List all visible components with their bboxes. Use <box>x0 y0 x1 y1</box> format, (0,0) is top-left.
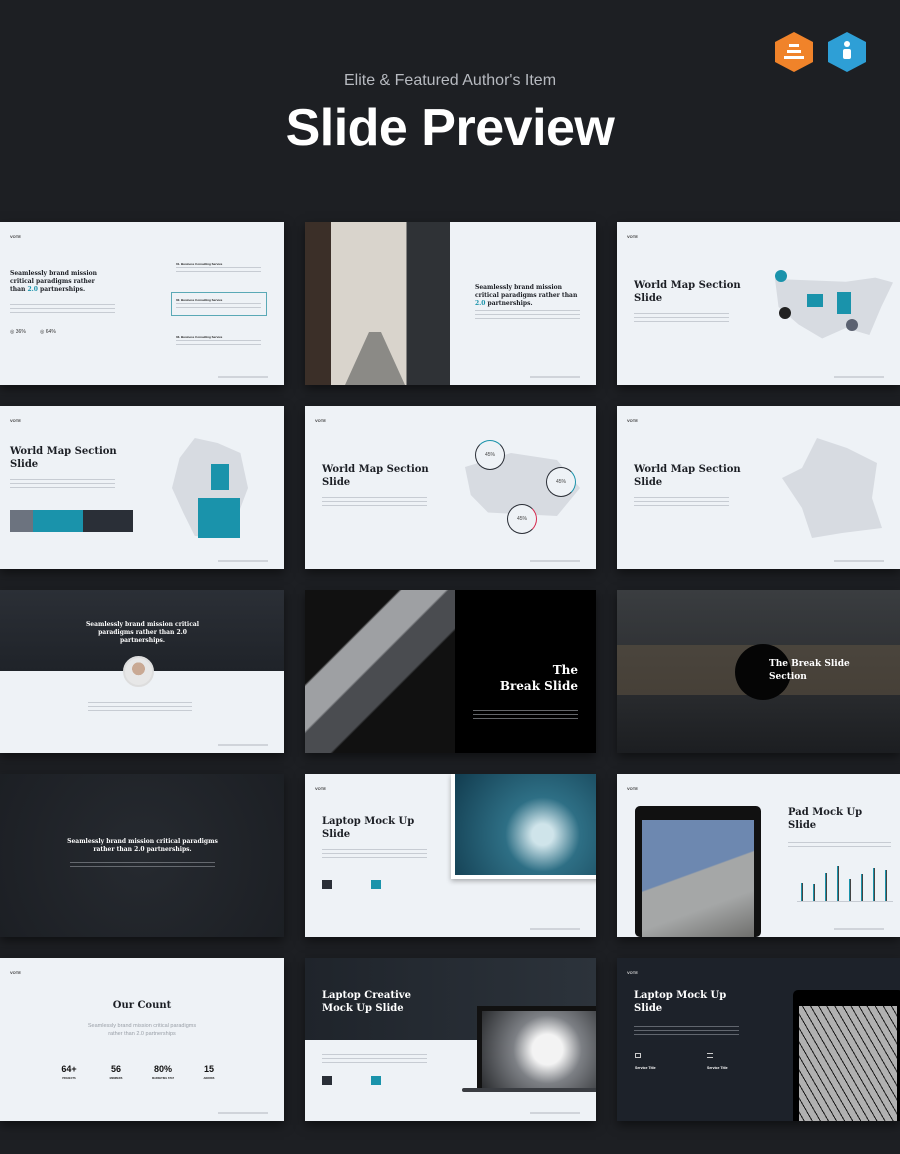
slide-break[interactable]: The Break Slide <box>305 590 596 753</box>
slide-testimonial[interactable]: Seamlessly brand mission critical paradi… <box>0 590 284 753</box>
building-photo <box>305 590 455 753</box>
service-item: 01. Business Consulting Service <box>176 262 223 266</box>
slide-headline: Seamlessly brand mission critical paradi… <box>10 270 98 293</box>
stacked-bar <box>10 510 133 532</box>
usa-map <box>775 277 893 339</box>
briefcase-icon <box>635 1053 641 1058</box>
brand-logo: VOTE <box>627 970 638 975</box>
slide-dark-quote[interactable]: Seamlessly brand mission critical paradi… <box>0 774 284 937</box>
slide-title: World Map Section Slide <box>322 464 429 488</box>
tablet-image <box>635 806 761 937</box>
avatar <box>123 656 154 687</box>
slide-title: The Break Slide Section <box>769 659 850 682</box>
slide-title: Pad Mock Up Slide <box>788 807 863 831</box>
slide-headline: Seamlessly brand mission critical paradi… <box>475 284 578 307</box>
slide-title: The Break Slide <box>499 663 578 693</box>
slide-headline: Seamlessly brand mission critical paradi… <box>85 621 200 644</box>
service-item: 03. Business Consulting Service <box>176 335 223 339</box>
brand-logo: VOTE <box>10 418 21 423</box>
brand-logo: VOTE <box>10 970 21 975</box>
slide-canada-map[interactable]: VOTE World Map Section Slide 45% 45% 45% <box>305 406 596 569</box>
stat-1: ◎ 36% <box>10 329 26 335</box>
slide-laptop-dark[interactable]: VOTE Laptop Mock Up Slide Service Title … <box>617 958 900 1121</box>
slide-subtitle: Seamlessly brand mission critical paradi… <box>87 1023 197 1037</box>
bar-chart <box>797 865 893 902</box>
slide-title: World Map Section Slide <box>10 446 117 470</box>
service-title: Service Title <box>635 1066 656 1070</box>
stat-2: ◎ 64% <box>40 329 56 335</box>
tablet-image <box>793 990 900 1121</box>
featured-author-icon <box>828 32 866 72</box>
chart-bar <box>885 870 887 901</box>
brand-logo: VOTE <box>627 418 638 423</box>
slide-break-section[interactable]: The Break Slide Section <box>617 590 900 753</box>
service-title: Service Title <box>707 1066 728 1070</box>
street-photo <box>305 222 450 385</box>
slide-title: World Map Section Slide <box>634 280 741 304</box>
map-percentage: 45% <box>507 504 537 534</box>
chart-bar <box>837 865 839 901</box>
chart-bar <box>849 878 851 901</box>
brand-logo: VOTE <box>315 418 326 423</box>
chart-bar <box>873 867 875 901</box>
slide-title: Laptop Mock Up Slide <box>322 816 415 840</box>
slide-headline: Seamlessly brand mission critical paradi… <box>67 838 218 853</box>
map-percentage: 45% <box>546 467 576 497</box>
brand-logo: VOTE <box>10 234 21 239</box>
map-percentage: 45% <box>475 440 505 470</box>
elite-author-icon <box>775 32 813 72</box>
slide-pad-mockup[interactable]: VOTE Pad Mock Up Slide <box>617 774 900 937</box>
brand-logo: VOTE <box>315 786 326 791</box>
slide-france-map[interactable]: VOTE World Map Section Slide <box>617 406 900 569</box>
chart-bar <box>861 874 863 901</box>
slide-street-photo[interactable]: Seamlessly brand mission critical paradi… <box>305 222 596 385</box>
slide-germany-map[interactable]: VOTE World Map Section Slide <box>0 406 284 569</box>
brand-logo: VOTE <box>627 234 638 239</box>
slide-usa-map[interactable]: VOTE World Map Section Slide <box>617 222 900 385</box>
slide-our-count[interactable]: VOTE Our Count Seamlessly brand mission … <box>0 958 284 1121</box>
chart-bar <box>825 873 827 901</box>
service-item: 02. Business Consulting Service <box>176 298 223 302</box>
page-title: Slide Preview <box>285 99 615 157</box>
slide-consulting[interactable]: VOTE Seamlessly brand mission critical p… <box>0 222 284 385</box>
france-map <box>782 438 882 538</box>
slide-laptop-mockup[interactable]: VOTE Laptop Mock Up Slide <box>305 774 596 937</box>
brand-logo: VOTE <box>627 786 638 791</box>
slide-title: World Map Section Slide <box>634 464 741 488</box>
slide-title: Laptop Mock Up Slide <box>634 990 727 1014</box>
map-marker <box>775 270 787 282</box>
chart-bar <box>801 883 803 901</box>
slide-title: Our Count <box>112 1000 172 1011</box>
chart-bar <box>813 883 815 901</box>
slide-title: Laptop Creative Mock Up Slide <box>322 990 411 1014</box>
slide-laptop-creative[interactable]: Laptop Creative Mock Up Slide <box>305 958 596 1121</box>
tablet-ocean-image <box>451 774 596 879</box>
settings-icon <box>707 1053 713 1058</box>
laptop-image <box>477 1006 596 1088</box>
page-subtitle: Elite & Featured Author's Item <box>343 72 557 89</box>
